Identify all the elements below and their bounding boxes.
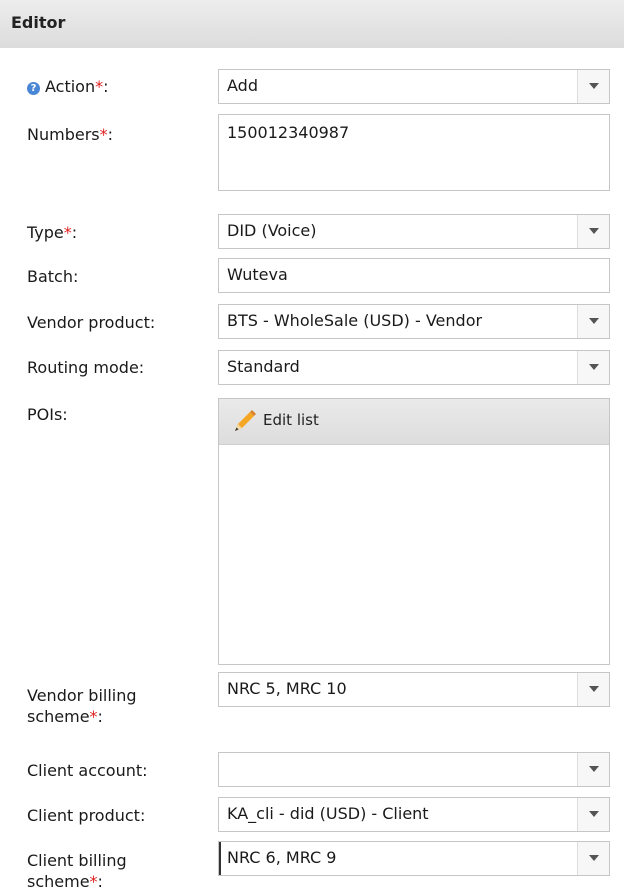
batch-input[interactable]: Wuteva — [218, 258, 610, 293]
editor-title: Editor — [11, 13, 66, 32]
chevron-down-icon[interactable] — [577, 673, 609, 706]
client-billing-scheme-value: NRC 6, MRC 9 — [227, 848, 337, 867]
action-select[interactable]: Add — [218, 69, 610, 104]
vendor-billing-scheme-label: Vendor billing scheme*: — [27, 686, 137, 726]
chevron-down-icon[interactable] — [577, 842, 609, 875]
client-product-select[interactable]: KA_cli - did (USD) - Client — [218, 797, 610, 832]
vendor-product-label: Vendor product: — [27, 313, 156, 332]
vendor-billing-scheme-select[interactable]: NRC 5, MRC 10 — [218, 672, 610, 707]
required-marker: * — [89, 872, 98, 891]
help-icon[interactable]: ? — [27, 82, 40, 95]
action-label: ? Action*: — [27, 76, 109, 97]
required-marker: * — [99, 125, 108, 144]
batch-value: Wuteva — [227, 265, 288, 284]
numbers-value: 150012340987 — [227, 123, 350, 142]
routing-mode-label: Routing mode: — [27, 358, 145, 377]
chevron-down-icon[interactable] — [577, 305, 609, 338]
client-product-value: KA_cli - did (USD) - Client — [227, 804, 429, 823]
client-product-label: Client product: — [27, 806, 146, 825]
chevron-down-icon[interactable] — [577, 70, 609, 103]
chevron-down-icon[interactable] — [577, 753, 609, 786]
numbers-textarea[interactable]: 150012340987 — [218, 114, 610, 191]
editor-header: Editor — [0, 0, 624, 48]
routing-mode-value: Standard — [227, 357, 300, 376]
chevron-down-icon[interactable] — [577, 351, 609, 384]
chevron-down-icon[interactable] — [577, 798, 609, 831]
vendor-product-select[interactable]: BTS - WholeSale (USD) - Vendor — [218, 304, 610, 339]
edit-list-button[interactable]: Edit list — [219, 399, 609, 445]
type-select-value: DID (Voice) — [227, 221, 317, 240]
batch-label: Batch: — [27, 267, 79, 286]
required-marker: * — [89, 707, 98, 726]
vendor-billing-scheme-value: NRC 5, MRC 10 — [227, 679, 347, 698]
vendor-product-value: BTS - WholeSale (USD) - Vendor — [227, 311, 483, 330]
edit-list-label: Edit list — [263, 411, 319, 429]
required-marker: * — [95, 77, 104, 96]
pois-label: POIs: — [27, 405, 68, 424]
pois-list[interactable]: Edit list — [218, 398, 610, 665]
client-billing-scheme-label: Client billing scheme*: — [27, 851, 127, 891]
action-select-value: Add — [227, 76, 258, 95]
routing-mode-select[interactable]: Standard — [218, 350, 610, 385]
numbers-label: Numbers*: — [27, 125, 113, 144]
type-label: Type*: — [27, 223, 78, 242]
required-marker: * — [63, 223, 72, 242]
chevron-down-icon[interactable] — [577, 215, 609, 248]
client-billing-scheme-select[interactable]: NRC 6, MRC 9 — [218, 841, 610, 876]
type-select[interactable]: DID (Voice) — [218, 214, 610, 249]
text-cursor — [219, 842, 221, 875]
client-account-select[interactable] — [218, 752, 610, 787]
client-account-label: Client account: — [27, 761, 148, 780]
pencil-icon — [235, 410, 256, 431]
